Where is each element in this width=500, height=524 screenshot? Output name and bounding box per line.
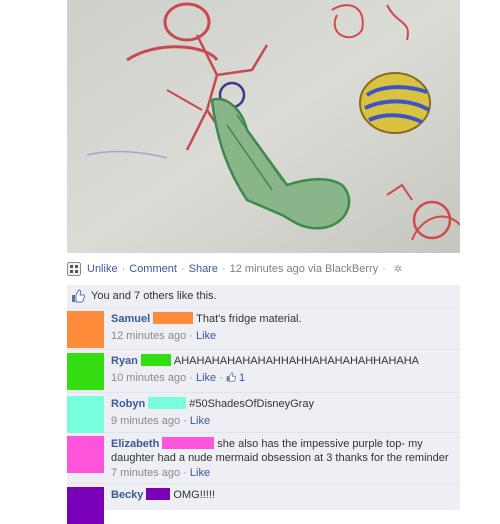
- name-redaction: [140, 354, 171, 366]
- like-link[interactable]: Like: [190, 467, 210, 479]
- comment: Becky OMG!!!!!: [67, 484, 460, 524]
- like-link[interactable]: Like: [196, 330, 216, 342]
- avatar[interactable]: [67, 487, 104, 524]
- likes-summary: You and 7 others like this.: [67, 285, 460, 308]
- like-count[interactable]: 1: [239, 372, 245, 384]
- comment-author[interactable]: Elizabeth: [111, 438, 159, 450]
- separator-dot: ·: [382, 263, 386, 275]
- comment-text: AHAHAHAHAHAHAHHAHHAHAHAHAHHAHAHA: [173, 355, 420, 367]
- separator-dot: ·: [180, 263, 185, 275]
- unlike-link[interactable]: Unlike: [87, 263, 118, 275]
- name-redaction: [146, 488, 171, 500]
- separator-dot: ·: [121, 263, 126, 275]
- comment-time: 12 minutes ago: [111, 330, 187, 342]
- post-timestamp: 12 minutes ago via BlackBerry: [229, 263, 379, 275]
- comment-author[interactable]: Becky: [111, 489, 143, 501]
- name-redaction: [153, 312, 194, 324]
- like-link[interactable]: Like: [190, 415, 210, 427]
- comment: Samuel That's fridge material. 12 minutes…: [67, 308, 460, 350]
- avatar[interactable]: [67, 311, 104, 348]
- comment-link[interactable]: Comment: [129, 263, 177, 275]
- comment-text: That's fridge material.: [196, 313, 302, 325]
- thumbs-up-icon: [72, 289, 85, 303]
- likes-text: You and 7 others like this.: [91, 290, 217, 302]
- drawing-image: [67, 0, 460, 253]
- post-photo[interactable]: [67, 0, 460, 253]
- gear-icon[interactable]: ✲: [394, 264, 402, 275]
- blackberry-app-icon: [67, 262, 81, 276]
- avatar[interactable]: [67, 396, 104, 433]
- name-redaction: [148, 397, 187, 409]
- comment: Elizabeth she also has the impessive purp…: [67, 433, 460, 484]
- name-redaction: [162, 437, 215, 449]
- like-link[interactable]: Like: [196, 372, 216, 384]
- post-action-bar: Unlike · Comment · Share · 12 minutes ag…: [67, 260, 460, 278]
- comment-time: 9 minutes ago: [111, 415, 181, 427]
- thumbs-up-icon: [226, 372, 236, 382]
- avatar[interactable]: [67, 353, 104, 390]
- comment-author[interactable]: Samuel: [111, 313, 150, 325]
- comment: Robyn #50ShadesOfDisneyGray 9 minutes ago…: [67, 393, 460, 433]
- comment-author[interactable]: Ryan: [111, 355, 138, 367]
- comment-author[interactable]: Robyn: [111, 398, 145, 410]
- comment-text: OMG!!!!!: [173, 489, 215, 501]
- avatar[interactable]: [67, 436, 104, 473]
- comment: Ryan AHAHAHAHAHAHAHHAHHAHAHAHAHHAHAHA 10 …: [67, 350, 460, 393]
- comment-time: 7 minutes ago: [111, 467, 181, 479]
- share-link[interactable]: Share: [189, 263, 218, 275]
- comment-time: 10 minutes ago: [111, 372, 187, 384]
- separator-dot: ·: [221, 263, 226, 275]
- comment-text: #50ShadesOfDisneyGray: [189, 398, 314, 410]
